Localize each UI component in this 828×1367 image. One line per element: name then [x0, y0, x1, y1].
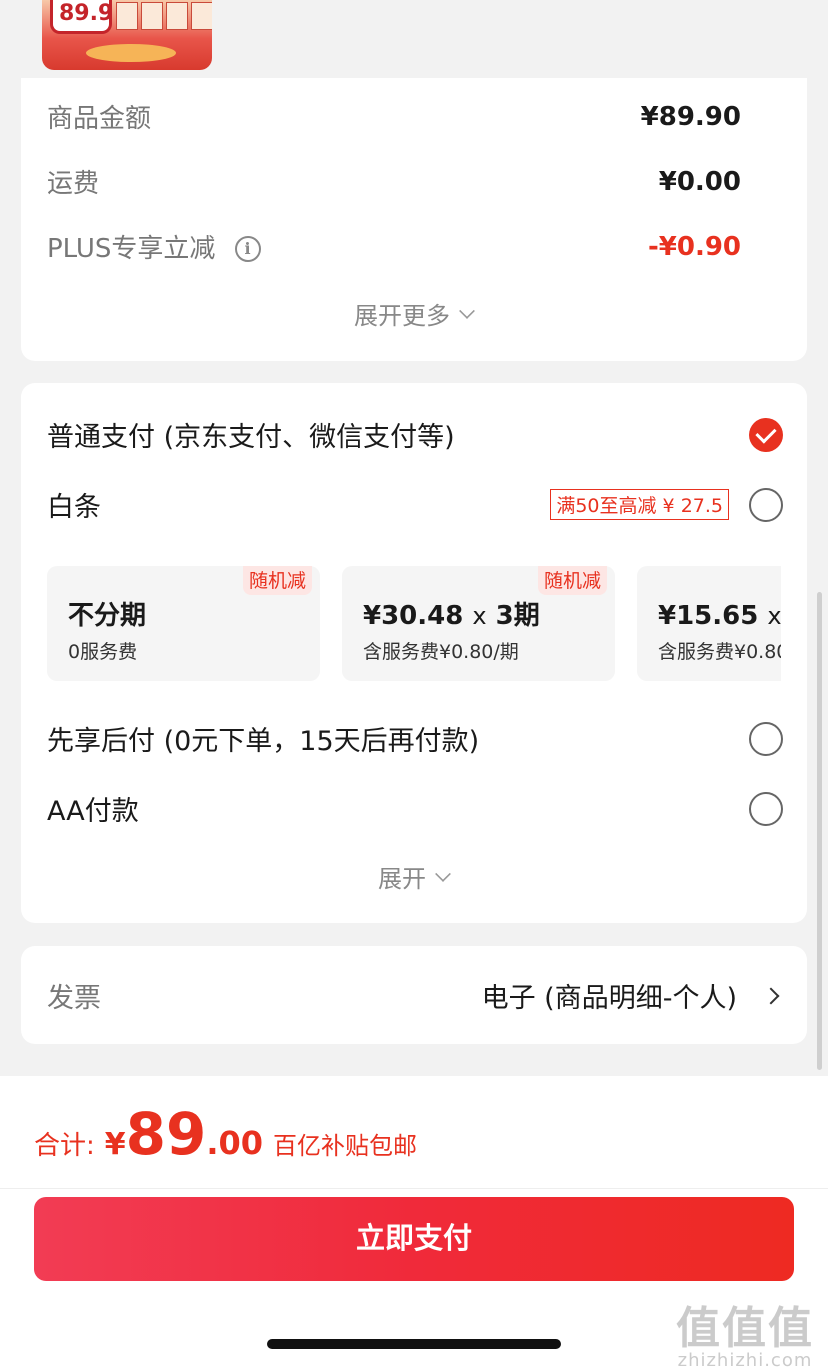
expand-more-button[interactable]: 展开更多	[21, 296, 807, 331]
installment-plan-card[interactable]: ¥15.65 x 6期 含服务费¥0.80/期	[637, 566, 781, 681]
plan-title: ¥15.65 x 6期	[658, 601, 781, 631]
payment-option-baitiao[interactable]: 白条 满50至高减 ¥ 27.5	[47, 485, 783, 524]
chevron-right-icon	[762, 987, 780, 1004]
home-indicator[interactable]	[267, 1339, 561, 1349]
radio-button[interactable]	[749, 791, 783, 826]
plan-subtitle: 含服务费¥0.80/期	[363, 641, 519, 663]
installment-plans[interactable]: 随机减 不分期 0服务费 随机减 ¥30.48 x 3期 含服务费¥0.80/期…	[47, 566, 781, 681]
info-icon[interactable]: i	[234, 236, 261, 262]
invoice-card[interactable]: 发票 电子 (商品明细-个人)	[21, 946, 807, 1044]
invoice-value: 电子 (商品明细-个人)	[481, 983, 737, 1014]
payment-option-label: 白条	[47, 492, 101, 523]
summary-row-plus-discount: PLUS专享立减 i -¥0.90	[47, 228, 741, 265]
site-watermark: 值值值 zhizhizhi.com	[676, 1292, 814, 1367]
random-discount-badge: 随机减	[537, 566, 607, 595]
watermark-url: zhizhizhi.com	[677, 1350, 813, 1367]
invoice-label: 发票	[47, 983, 101, 1014]
total-decimal: .00	[206, 1124, 264, 1162]
radio-button[interactable]	[749, 721, 783, 756]
thumbnail-price-tag: 89.9	[50, 0, 113, 34]
expand-payment-button[interactable]: 展开	[21, 859, 807, 894]
invoice-value-group[interactable]: 电子 (商品明细-个人)	[481, 976, 780, 1015]
order-summary-card: 商品金额 ¥89.90 运费 ¥0.00 PLUS专享立减 i -¥0.90 展…	[21, 78, 807, 361]
summary-label: PLUS专享立减	[47, 234, 216, 264]
summary-row-goods-amount: 商品金额 ¥89.90	[47, 98, 741, 135]
thumbnail-product-boxes	[116, 2, 212, 30]
total-label: 合计:	[34, 1131, 95, 1161]
subsidy-note: 百亿补贴包邮	[273, 1132, 418, 1160]
plan-title: 不分期	[68, 601, 147, 631]
summary-label: 运费	[47, 169, 100, 199]
total-price: 合计: ¥ 89 .00 百亿补贴包邮	[34, 1100, 417, 1168]
summary-label: 商品金额	[47, 104, 152, 134]
promo-tag: 满50至高减 ¥ 27.5	[550, 489, 729, 520]
total-currency: ¥	[104, 1127, 126, 1162]
summary-value: ¥0.00	[658, 166, 741, 197]
expand-label: 展开	[378, 865, 426, 893]
summary-value: ¥89.90	[640, 101, 741, 132]
plan-title: ¥30.48 x 3期	[363, 601, 540, 631]
chevron-down-icon	[459, 303, 475, 319]
product-thumbnail[interactable]: 89.9	[42, 0, 212, 70]
payment-option-label: AA付款	[47, 796, 139, 827]
plan-subtitle: 含服务费¥0.80/期	[658, 641, 781, 663]
payment-method-card: 普通支付 (京东支付、微信支付等) 白条 满50至高减 ¥ 27.5 随机减 不…	[21, 383, 807, 923]
expand-more-label: 展开更多	[354, 302, 450, 330]
payment-option-normal[interactable]: 普通支付 (京东支付、微信支付等)	[47, 415, 783, 454]
plus-discount-label-group: PLUS专享立减 i	[47, 228, 261, 265]
divider	[0, 1188, 828, 1189]
installment-plan-card[interactable]: 随机减 ¥30.48 x 3期 含服务费¥0.80/期	[342, 566, 615, 681]
payment-option-label: 普通支付 (京东支付、微信支付等)	[47, 422, 455, 453]
total-integer: 89	[125, 1100, 207, 1168]
summary-value: -¥0.90	[647, 231, 741, 262]
chevron-down-icon	[435, 866, 451, 882]
installment-plan-card[interactable]: 随机减 不分期 0服务费	[47, 566, 320, 681]
scrollbar[interactable]	[817, 592, 822, 1070]
random-discount-badge: 随机减	[242, 566, 312, 595]
pay-now-button[interactable]: 立即支付	[34, 1197, 794, 1281]
payment-option-aa[interactable]: AA付款	[47, 789, 783, 828]
thumbnail-plate	[86, 44, 176, 62]
radio-button[interactable]	[749, 487, 783, 522]
checked-radio-icon[interactable]	[749, 417, 783, 452]
watermark-logo: 值值值	[676, 1303, 814, 1354]
summary-row-shipping: 运费 ¥0.00	[47, 163, 741, 200]
plan-subtitle: 0服务费	[68, 641, 138, 663]
baitiao-right-group: 满50至高减 ¥ 27.5	[550, 487, 783, 522]
payment-option-pay-later[interactable]: 先享后付 (0元下单，15天后再付款)	[47, 719, 783, 758]
payment-option-label: 先享后付 (0元下单，15天后再付款)	[47, 726, 480, 757]
